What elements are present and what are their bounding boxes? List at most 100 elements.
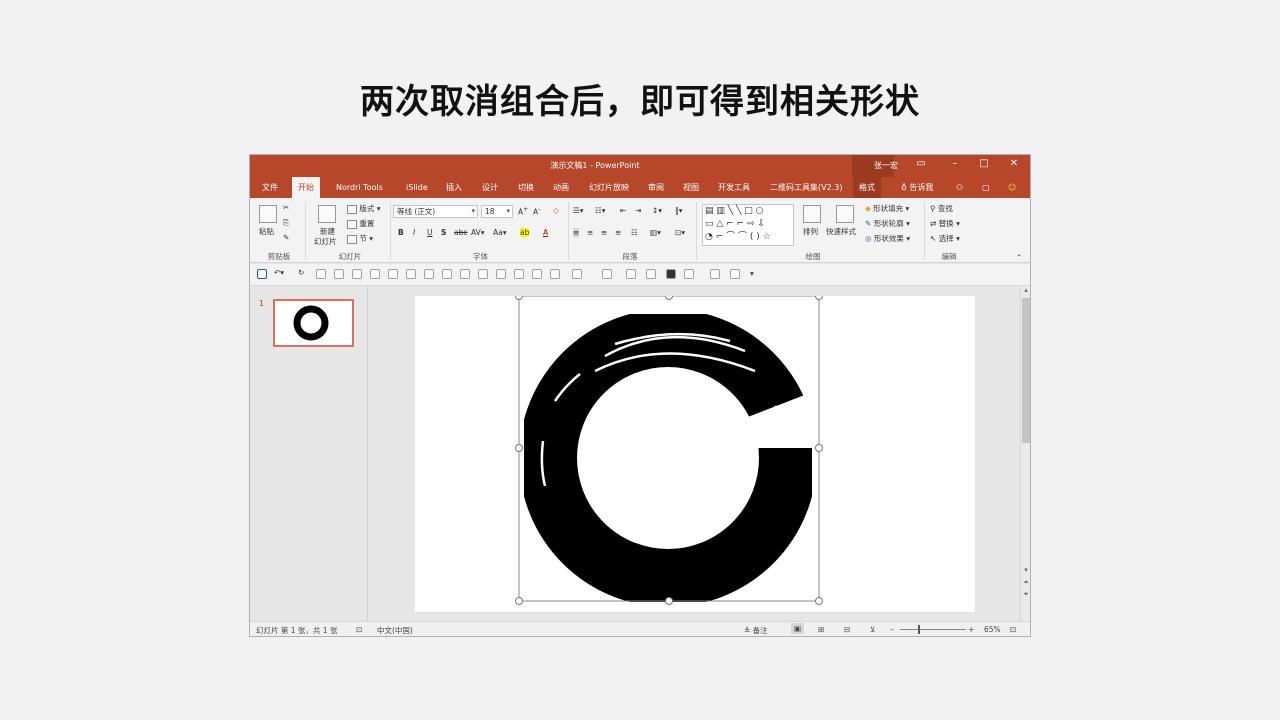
slide-thumbnail[interactable] xyxy=(273,299,354,347)
replace-button[interactable]: ⇄ 替换 ▾ xyxy=(930,218,960,229)
qat-tool-icon[interactable] xyxy=(666,269,676,279)
zoom-out-icon[interactable]: – xyxy=(890,625,894,634)
collapse-ribbon-icon[interactable]: ⌃ xyxy=(1016,253,1022,262)
scroll-thumb[interactable] xyxy=(1022,298,1030,443)
zoom-slider-thumb[interactable] xyxy=(918,625,920,634)
increase-indent-icon[interactable]: ⇥ xyxy=(635,206,641,215)
zoom-level[interactable]: 65% xyxy=(984,625,1001,634)
format-painter-icon[interactable]: ✎ xyxy=(283,233,289,242)
qat-tool-icon[interactable] xyxy=(684,269,694,279)
reading-view-icon[interactable]: ⊟ xyxy=(844,625,850,634)
qat-tool-icon[interactable] xyxy=(388,269,398,279)
previous-slide-icon[interactable]: ⏶ xyxy=(1021,578,1030,587)
tab-islide[interactable]: iSlide xyxy=(400,177,434,198)
minimize-icon[interactable]: – xyxy=(944,158,966,169)
align-center-icon[interactable]: ≡ xyxy=(587,228,593,237)
arrange-button[interactable]: 排列 xyxy=(803,226,818,237)
shape-effects-button[interactable]: ◎ 形状效果 ▾ xyxy=(865,233,910,244)
new-slide-icon[interactable] xyxy=(318,205,336,223)
strikethrough-icon[interactable]: abc xyxy=(454,228,467,237)
find-button[interactable]: ⚲ 查找 xyxy=(930,203,953,214)
next-slide-icon[interactable]: ⏷ xyxy=(1021,590,1030,599)
qat-tool-icon[interactable] xyxy=(442,269,452,279)
smiley-icon[interactable]: ☺ xyxy=(1002,177,1022,198)
layout-button[interactable]: 版式 ▾ xyxy=(347,203,381,214)
qat-tool-icon[interactable] xyxy=(352,269,362,279)
slide-sorter-icon[interactable]: ⊞ xyxy=(818,625,824,634)
ribbon-display-options-icon[interactable]: ▭ xyxy=(910,158,932,169)
distributed-icon[interactable]: ☷ xyxy=(631,228,638,237)
line-spacing-icon[interactable]: ↕▾ xyxy=(652,206,662,215)
paste-icon[interactable] xyxy=(259,205,277,223)
tab-view[interactable]: 视图 xyxy=(677,177,705,198)
justify-icon[interactable]: ≡ xyxy=(615,228,621,237)
grow-font-icon[interactable]: A+ xyxy=(518,206,528,217)
tab-insert[interactable]: 插入 xyxy=(440,177,468,198)
shrink-font-icon[interactable]: A- xyxy=(533,206,540,217)
align-text-icon[interactable]: ⊡▾ xyxy=(675,228,685,237)
qat-tool-icon[interactable] xyxy=(626,269,636,279)
new-slide-label-2[interactable]: 幻灯片 xyxy=(314,236,337,247)
text-direction-icon[interactable]: ‖▾ xyxy=(675,206,683,215)
font-size-select[interactable]: 18 xyxy=(481,205,513,218)
paste-button[interactable]: 粘贴 xyxy=(259,226,274,237)
decrease-indent-icon[interactable]: ⇤ xyxy=(620,206,626,215)
scroll-down-icon[interactable]: ▾ xyxy=(1021,566,1030,574)
slideshow-icon[interactable]: ⊻ xyxy=(870,625,876,634)
qat-tool-icon[interactable] xyxy=(532,269,542,279)
maximize-icon[interactable]: □ xyxy=(973,158,995,169)
spell-check-icon[interactable]: ⊡ xyxy=(356,625,362,634)
qat-tool-icon[interactable] xyxy=(572,269,582,279)
user-name[interactable]: 张一宏 xyxy=(874,160,898,171)
qat-tool-icon[interactable] xyxy=(602,269,612,279)
language-status[interactable]: 中文(中国) xyxy=(377,625,413,636)
slide[interactable] xyxy=(415,292,975,612)
qat-tool-icon[interactable] xyxy=(730,269,740,279)
tab-nordri-tools[interactable]: Nordri Tools xyxy=(330,177,389,198)
reset-button[interactable]: 重置 xyxy=(347,218,374,229)
numbering-icon[interactable]: ☷▾ xyxy=(595,206,606,215)
vertical-scrollbar[interactable]: ▴ ▾ ⏶ ⏷ xyxy=(1020,286,1030,621)
qat-tool-icon[interactable] xyxy=(406,269,416,279)
qat-tool-icon[interactable] xyxy=(478,269,488,279)
arrange-icon[interactable] xyxy=(803,205,821,223)
font-name-select[interactable]: 等线 (正文) xyxy=(393,205,478,218)
undo-icon[interactable]: ↶▾ xyxy=(274,268,284,277)
customize-qat-icon[interactable]: ▾ xyxy=(750,269,754,278)
qat-tool-icon[interactable] xyxy=(514,269,524,279)
tab-slideshow[interactable]: 幻灯片放映 xyxy=(583,177,635,198)
qat-tool-icon[interactable] xyxy=(710,269,720,279)
tab-home[interactable]: 开始 xyxy=(292,177,320,198)
shape-fill-button[interactable]: ◆ 形状填充 ▾ xyxy=(865,203,909,214)
tab-transitions[interactable]: 切换 xyxy=(512,177,540,198)
tab-format[interactable]: 格式 xyxy=(853,177,881,198)
qat-tool-icon[interactable] xyxy=(646,269,656,279)
brush-ring-shape[interactable] xyxy=(519,309,817,607)
change-case-icon[interactable]: Aa▾ xyxy=(493,228,507,237)
tell-me[interactable]: ♁ 告诉我 xyxy=(895,177,939,198)
tab-design[interactable]: 设计 xyxy=(476,177,504,198)
section-button[interactable]: 节 ▾ xyxy=(347,233,373,244)
fit-slide-icon[interactable]: ⊡ xyxy=(1010,625,1016,634)
tab-review[interactable]: 审阅 xyxy=(642,177,670,198)
bullets-icon[interactable]: ☰▾ xyxy=(573,206,584,215)
clear-format-icon[interactable]: ◇ xyxy=(553,206,559,215)
align-left-icon[interactable]: ≡ xyxy=(573,228,580,237)
shape-outline-button[interactable]: ✎ 形状轮廓 ▾ xyxy=(865,218,910,229)
qat-tool-icon[interactable] xyxy=(316,269,326,279)
cut-icon[interactable]: ✂ xyxy=(283,203,289,212)
qat-tool-icon[interactable] xyxy=(370,269,380,279)
select-button[interactable]: ↖ 选择 ▾ xyxy=(930,233,960,244)
italic-icon[interactable]: I xyxy=(413,228,415,237)
save-icon[interactable] xyxy=(257,269,267,279)
qat-tool-icon[interactable] xyxy=(424,269,434,279)
align-right-icon[interactable]: ≡ xyxy=(601,228,607,237)
scroll-up-icon[interactable]: ▴ xyxy=(1021,286,1030,294)
copy-icon[interactable]: ⎘ xyxy=(283,218,289,228)
quick-styles-button[interactable]: 快速样式 xyxy=(826,226,856,237)
account-icon[interactable]: ⚇ xyxy=(950,177,969,198)
normal-view-icon[interactable]: ▣ xyxy=(791,623,805,634)
tab-file[interactable]: 文件 xyxy=(256,177,284,198)
shapes-gallery[interactable]: ▤ ▥ ╲ ╲ □ ○ ▭ △ ⌐ ⌐ ⇨ ⇩ ◔ ⌐ ⌒ ⌒ ( ) ☆ xyxy=(702,204,794,246)
char-spacing-icon[interactable]: AV▾ xyxy=(471,228,485,237)
